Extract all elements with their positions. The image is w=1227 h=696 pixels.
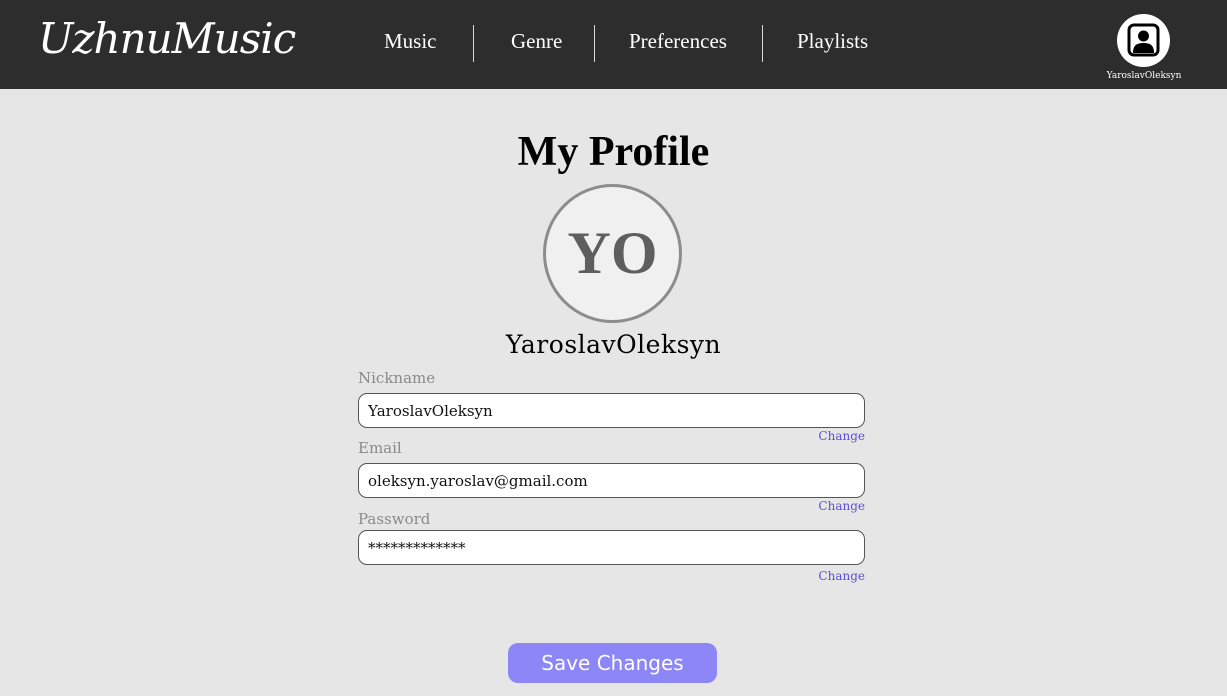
password-label: Password <box>358 510 431 528</box>
email-label: Email <box>358 439 402 457</box>
nav-divider <box>473 25 474 62</box>
top-navigation-bar: UzhnuMusic Music Genre Preferences Playl… <box>0 0 1227 89</box>
nav-divider <box>762 25 763 62</box>
nav-item-music[interactable]: Music <box>384 29 437 54</box>
password-field[interactable] <box>358 530 865 565</box>
nav-item-preferences[interactable]: Preferences <box>629 29 727 54</box>
email-field[interactable] <box>358 463 865 498</box>
nickname-label: Nickname <box>358 369 436 387</box>
page-title: My Profile <box>517 129 710 175</box>
user-avatar-button[interactable] <box>1117 14 1170 67</box>
avatar-initials: YO <box>567 220 658 286</box>
user-portrait-icon <box>1127 23 1160 57</box>
nav-divider <box>594 25 595 62</box>
nav-item-playlists[interactable]: Playlists <box>797 29 868 54</box>
save-changes-button[interactable]: Save Changes <box>508 643 717 683</box>
user-name-label: YaroslavOleksyn <box>1106 71 1182 81</box>
change-email-link[interactable]: Change <box>818 499 865 513</box>
nickname-field[interactable] <box>358 393 865 428</box>
app-logo[interactable]: UzhnuMusic <box>38 14 296 63</box>
change-nickname-link[interactable]: Change <box>818 429 865 443</box>
profile-name: YaroslavOleksyn <box>505 330 722 359</box>
profile-avatar[interactable]: YO <box>543 184 682 323</box>
nav-item-genre[interactable]: Genre <box>511 29 562 54</box>
change-password-link[interactable]: Change <box>818 569 865 583</box>
